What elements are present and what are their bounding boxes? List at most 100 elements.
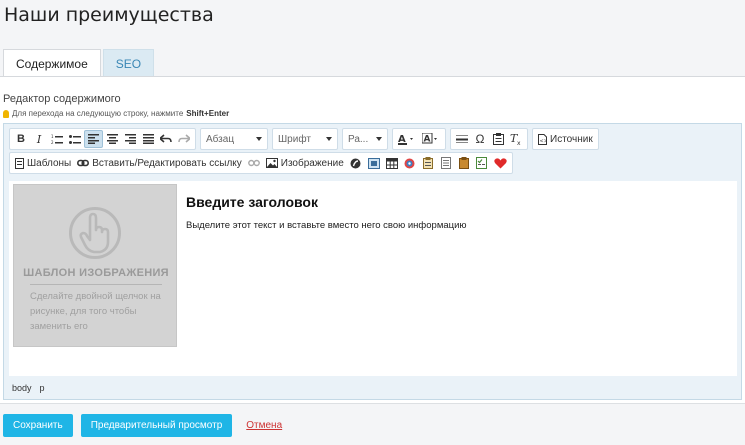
bullet-list-button[interactable] — [66, 130, 84, 148]
page-title: Наши преимущества — [4, 4, 214, 26]
align-left-icon — [88, 134, 99, 144]
placeholder-divider — [30, 284, 162, 285]
image-placeholder[interactable]: ШАБЛОН ИЗОБРАЖЕНИЯ Сделайте двойной щелч… — [13, 184, 177, 347]
heart-button[interactable] — [491, 154, 510, 172]
paste-text-button[interactable] — [419, 154, 437, 172]
link-icon — [77, 159, 90, 167]
chevron-down-icon — [326, 137, 332, 141]
image-label: Изображение — [280, 157, 344, 169]
rich-text-editor: B I 12 Абзац Шрифт Ра... A A Ω T x <> Ис… — [3, 123, 742, 400]
video-icon — [404, 158, 415, 168]
templates-button[interactable]: Шаблоны — [12, 154, 74, 172]
bold-button[interactable]: B — [12, 130, 30, 148]
source-group: <> Источник — [532, 128, 599, 150]
unlink-button[interactable] — [245, 154, 263, 172]
bullet-list-icon — [69, 134, 81, 144]
paste-text-icon — [422, 157, 433, 169]
undo-icon — [160, 134, 172, 143]
checklist-icon — [476, 157, 488, 169]
text-color-button[interactable]: A — [395, 130, 419, 148]
svg-text:1: 1 — [51, 134, 54, 139]
numbered-list-icon: 12 — [51, 134, 63, 145]
flash-icon — [350, 158, 361, 168]
source-button[interactable]: <> Источник — [535, 130, 596, 148]
align-center-button[interactable] — [103, 130, 121, 148]
path-item-p[interactable]: p — [40, 383, 45, 393]
path-item-body[interactable]: body — [12, 383, 32, 393]
chevron-down-icon — [256, 137, 262, 141]
hint-text: Для перехода на следующую строку, нажмит… — [12, 109, 184, 118]
remove-format-icon: Tx — [510, 133, 521, 145]
horizontal-line-icon — [456, 135, 468, 143]
image-button[interactable]: Изображение — [263, 154, 347, 172]
clipboard-brown-icon — [458, 157, 469, 169]
image-icon — [265, 158, 278, 168]
numbered-list-button[interactable]: 12 — [48, 130, 66, 148]
content-heading[interactable]: Введите заголовок — [186, 194, 318, 210]
hand-pointer-icon — [79, 212, 110, 254]
media-group: Шаблоны Вставить/Редактировать ссылку Из… — [9, 152, 513, 174]
editor-hint: Для перехода на следующую строку, нажмит… — [3, 109, 229, 118]
heart-icon — [494, 157, 507, 168]
unlink-icon — [247, 159, 260, 167]
align-center-icon — [106, 134, 118, 144]
align-right-icon — [124, 134, 136, 144]
table-icon — [385, 157, 398, 169]
media-button[interactable] — [365, 154, 383, 172]
table-button[interactable] — [383, 154, 401, 172]
editor-content-area[interactable]: ШАБЛОН ИЗОБРАЖЕНИЯ Сделайте двойной щелч… — [9, 181, 737, 376]
horizontal-line-button[interactable] — [453, 130, 471, 148]
element-path-bar: body p — [9, 380, 45, 396]
preview-button[interactable]: Предварительный просмотр — [80, 413, 233, 437]
checklist-button[interactable] — [473, 154, 491, 172]
lightbulb-icon — [3, 109, 9, 118]
undo-button[interactable] — [157, 130, 175, 148]
paste-button[interactable] — [489, 130, 507, 148]
svg-text:2: 2 — [51, 140, 54, 145]
content-body[interactable]: Выделите этот текст и вставьте вместо не… — [186, 220, 467, 231]
svg-text:x: x — [517, 140, 521, 145]
chevron-down-icon — [376, 137, 382, 141]
special-char-button[interactable]: Ω — [471, 130, 489, 148]
toolbar-row-1: B I 12 Абзац Шрифт Ра... A A Ω T x <> Ис… — [9, 128, 603, 150]
remove-format-button[interactable]: Tx — [507, 130, 525, 148]
link-button[interactable]: Вставить/Редактировать ссылку — [74, 154, 245, 172]
redo-button[interactable] — [175, 130, 193, 148]
save-button[interactable]: Сохранить — [3, 413, 73, 437]
background-color-button[interactable]: A — [419, 130, 443, 148]
templates-label: Шаблоны — [27, 157, 72, 169]
paste-word-button[interactable] — [437, 154, 455, 172]
toolbar-row-2: Шаблоны Вставить/Редактировать ссылку Из… — [9, 152, 517, 174]
paragraph-format-dropdown[interactable]: Абзац — [200, 128, 268, 150]
insert-group: Ω Tx — [450, 128, 528, 150]
tab-content[interactable]: Содержимое — [3, 49, 101, 77]
font-dropdown[interactable]: Шрифт — [272, 128, 338, 150]
align-left-button[interactable] — [84, 130, 103, 148]
clipboard-icon — [492, 133, 504, 145]
font-value: Шрифт — [278, 133, 311, 145]
svg-text:A: A — [424, 135, 431, 145]
redo-icon — [178, 134, 190, 143]
paragraph-format-value: Абзац — [206, 133, 235, 145]
color-group: A A — [392, 128, 446, 150]
placeholder-title: ШАБЛОН ИЗОБРАЖЕНИЯ — [23, 267, 169, 279]
source-label: Источник — [550, 133, 593, 145]
omega-icon: Ω — [475, 132, 485, 146]
link-label: Вставить/Редактировать ссылку — [92, 157, 242, 169]
cancel-link[interactable]: Отмена — [246, 420, 282, 431]
clipboard-button[interactable] — [455, 154, 473, 172]
font-size-dropdown[interactable]: Ра... — [342, 128, 388, 150]
templates-icon — [15, 157, 24, 169]
align-right-button[interactable] — [121, 130, 139, 148]
flash-button[interactable] — [347, 154, 365, 172]
tab-seo[interactable]: SEO — [102, 49, 155, 77]
italic-button[interactable]: I — [30, 130, 48, 148]
hint-keys: Shift+Enter — [186, 109, 230, 118]
format-group: B I 12 — [9, 128, 196, 150]
video-button[interactable] — [401, 154, 419, 172]
tab-bar: Содержимое SEO — [3, 49, 156, 77]
svg-text:<>: <> — [540, 138, 548, 144]
justify-button[interactable] — [139, 130, 157, 148]
placeholder-text: Сделайте двойной щелчок на рисунке, для … — [30, 291, 161, 332]
paste-word-icon — [440, 157, 451, 169]
